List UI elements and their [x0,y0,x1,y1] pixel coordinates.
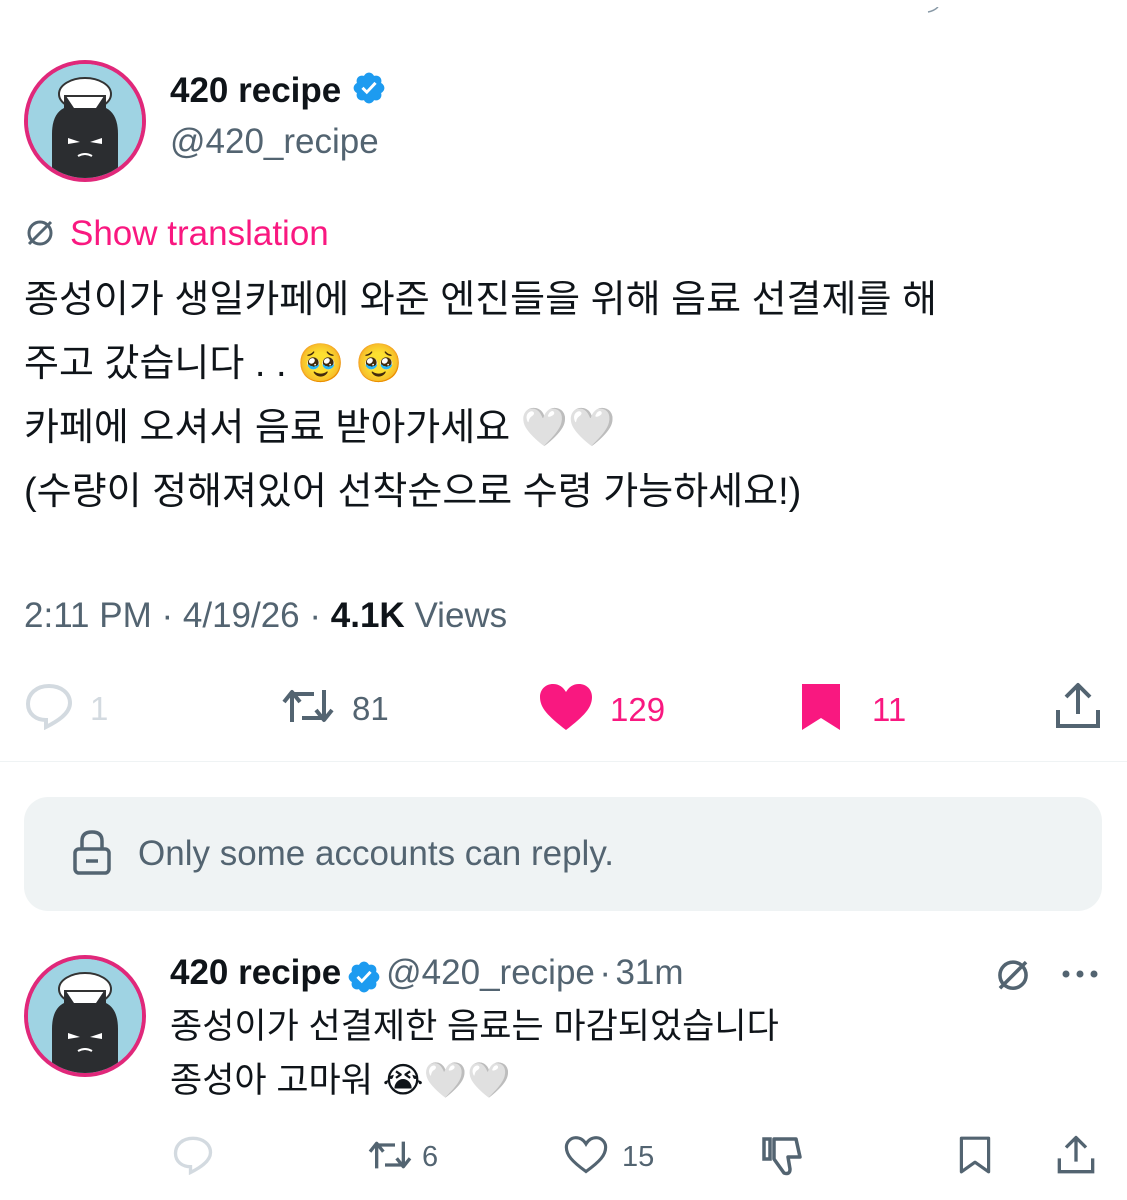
reply-text-line: 종성이가 선결제한 음료는 마감되었습니다 [170,1007,779,1046]
reply-like-action[interactable]: 15 [564,1135,654,1180]
tweet-text-line: 주고 갔습니다 . . 🥹 🥹 [24,343,403,385]
downvote-button[interactable] [760,1135,804,1182]
reply-repost-action[interactable]: 6 [366,1135,438,1180]
meta-separator: · [309,596,322,635]
reply-author-handle[interactable]: @420_recipe [386,953,595,992]
tweet-text-line: 종성이가 생일카페에 와준 엔진들을 위해 음료 선결제를 해 [24,279,937,321]
share-icon [1054,683,1102,734]
show-translation-link[interactable]: Show translation [24,214,329,254]
reply-header: 420 recipe @420_recipe · 31m [170,953,684,1000]
author-name-row[interactable]: 420 recipe [170,70,387,115]
reply-text: 종성이가 선결제한 음료는 마감되었습니다 종성아 고마워 😭🤍🤍 [170,1000,779,1108]
tweet-text-line: 카페에 오셔서 음료 받아가세요 🤍🤍 [24,407,616,449]
reply-action[interactable]: 1 [24,682,108,735]
author-handle[interactable]: @420_recipe [170,122,379,162]
tweet-meta: 2:11 PM · 4/19/26 · 4.1K Views [24,596,507,636]
verified-badge-icon [351,70,387,115]
heart-outline-icon [564,1135,608,1180]
avatar[interactable] [24,60,146,182]
views-count: 4.1K [330,596,405,635]
heart-filled-icon [538,682,594,737]
views-label: Views [414,596,508,635]
bookmark-filled-icon [800,682,842,737]
tweet-text-line: (수량이 정해져있어 선착순으로 수령 가능하세요!) [24,471,802,513]
reply-text-line: 종성아 고마워 😭🤍🤍 [170,1061,511,1100]
bookmark-outline-icon [958,1136,992,1179]
divider [0,761,1127,762]
reply-icon [172,1135,214,1180]
reply-share-button[interactable] [1056,1135,1096,1180]
verified-badge-icon [346,959,382,1000]
reply-like-count: 15 [622,1141,655,1173]
reply-avatar[interactable] [24,955,146,1077]
reply-reply-action[interactable] [172,1135,214,1180]
bookmark-count: 11 [872,690,907,728]
like-action[interactable]: 129 [538,682,665,737]
reply-icon [24,682,74,735]
tweet-date[interactable]: 4/19/26 [183,596,300,635]
lock-icon [72,829,112,880]
reply-restriction-box: Only some accounts can reply. [24,797,1102,911]
more-icon [1060,970,1100,994]
translate-icon [24,216,56,253]
tweet-time[interactable]: 2:11 PM [24,596,152,635]
repost-count: 81 [352,689,389,727]
chef-cat-avatar-image [28,959,142,1073]
translate-icon [994,960,1032,997]
like-count: 129 [610,690,666,728]
reply-repost-count: 6 [422,1141,439,1173]
repost-icon [280,682,336,735]
reply-time[interactable]: 31m [615,953,683,992]
more-options-button[interactable] [1060,958,1100,995]
share-icon [1056,1135,1096,1179]
top-edge-mark [926,0,940,13]
repost-icon [366,1135,414,1180]
meta-separator: · [599,953,611,992]
bookmark-action[interactable]: 11 [800,682,906,737]
reply-restriction-text: Only some accounts can reply. [138,834,614,873]
chef-cat-avatar-image [28,64,142,178]
reply-bookmark-button[interactable] [958,1135,992,1180]
reply-translate-button[interactable] [994,955,1032,998]
author-name[interactable]: 420 recipe [170,71,341,110]
repost-action[interactable]: 81 [280,682,389,735]
reply-count: 1 [90,689,109,727]
downvote-icon [760,1137,804,1181]
share-button[interactable] [1054,682,1102,735]
reply-author-name[interactable]: 420 recipe [170,953,341,992]
tweet-text: 종성이가 생일카페에 와준 엔진들을 위해 음료 선결제를 해 주고 갔습니다 … [24,268,937,524]
meta-separator: · [161,596,174,635]
show-translation-label[interactable]: Show translation [70,214,329,254]
